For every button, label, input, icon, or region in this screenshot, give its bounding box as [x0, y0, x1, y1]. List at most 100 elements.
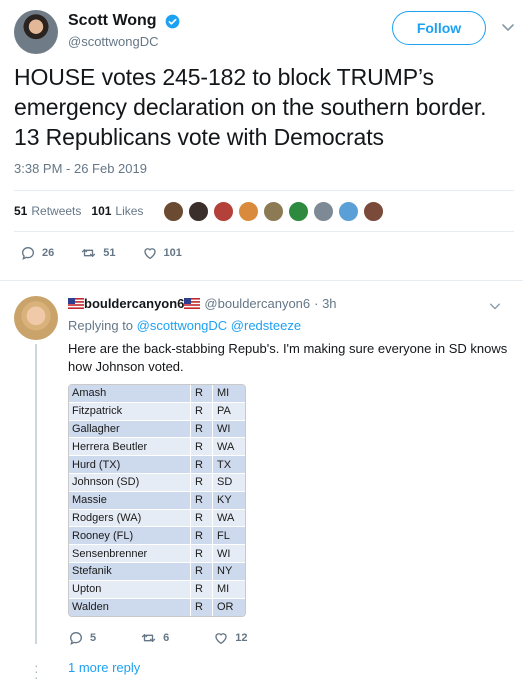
reply-author-avatar[interactable]	[14, 296, 58, 340]
state-cell: WI	[217, 547, 231, 560]
us-flag-icon	[184, 298, 201, 309]
member-name-cell: Hurd (TX)	[69, 456, 191, 473]
liker-avatar[interactable]	[363, 200, 385, 222]
member-name-cell: Herrera Beutler	[69, 438, 191, 456]
table-row: Herrera Beutler R WA	[69, 438, 245, 457]
reply-icon	[69, 631, 83, 645]
retweet-count: 6	[163, 632, 170, 644]
divider	[14, 190, 514, 191]
state-cell: MI	[217, 387, 230, 400]
tweet-text: HOUSE votes 245-182 to block TRUMP’s eme…	[14, 64, 487, 150]
liker-avatar[interactable]	[163, 200, 185, 222]
state-cell: FL	[217, 529, 230, 542]
liker-avatar[interactable]	[213, 200, 235, 222]
table-row: Upton R MI	[69, 580, 245, 599]
liker-avatar[interactable]	[238, 200, 260, 222]
tweet-actions: 26 51 101	[20, 245, 208, 261]
verified-badge-icon	[165, 14, 180, 28]
retweets-count: 51	[14, 204, 28, 218]
reply-age[interactable]: · 3h	[314, 296, 336, 311]
table-row: Walden R OR	[69, 598, 245, 617]
state-cell: PA	[217, 405, 231, 418]
table-row: Fitzpatrick R PA	[69, 402, 245, 421]
heart-icon	[143, 248, 156, 259]
replying-to-users[interactable]: @scottwongDC @redsteeze	[137, 318, 301, 333]
liker-avatar[interactable]	[188, 200, 210, 222]
state-cell: NY	[217, 565, 233, 578]
state-cell: OR	[217, 601, 234, 614]
party-cell: R	[191, 527, 213, 545]
author-avatar[interactable]	[14, 10, 58, 54]
party-cell: R	[191, 385, 213, 402]
party-cell: R	[191, 491, 213, 509]
more-replies-link[interactable]: 1 more reply	[68, 660, 140, 675]
chevron-down-icon[interactable]	[501, 20, 515, 34]
member-name-cell: Sensenbrenner	[69, 545, 191, 562]
table-row: Rodgers (WA) R WA	[69, 509, 245, 528]
party-cell: R	[191, 509, 213, 527]
like-count: 101	[163, 247, 182, 259]
republican-votes-table[interactable]: Amash R MI Fitzpatrick R PA Gallagher R WI Herrer…	[68, 384, 246, 618]
party-cell: R	[191, 402, 213, 420]
reply-tweet[interactable]: · · · bouldercanyon6 @bouldercanyon6 · 3h …	[0, 286, 523, 680]
thread-line	[35, 344, 37, 644]
party-cell: R	[191, 562, 213, 580]
retweets-stat[interactable]: 51 Retweets	[14, 204, 81, 218]
tweet-timestamp[interactable]: 3:38 PM - 26 Feb 2019	[14, 161, 147, 176]
member-name-cell: Stefanik	[69, 562, 191, 580]
reply-author-handle[interactable]: @bouldercanyon6	[204, 296, 310, 311]
table-row: Rooney (FL) R FL	[69, 527, 245, 546]
divider	[14, 231, 514, 232]
member-name-cell: Rodgers (WA)	[69, 509, 191, 527]
party-cell: R	[191, 473, 213, 491]
member-name-cell: Fitzpatrick	[69, 402, 191, 420]
reply-button[interactable]: 5	[68, 630, 96, 646]
author-handle[interactable]: @scottwongDC	[68, 34, 180, 49]
member-name-cell: Upton	[69, 580, 191, 598]
table-row: Massie R KY	[69, 491, 245, 510]
liker-avatar[interactable]	[288, 200, 310, 222]
likes-count: 101	[91, 204, 112, 218]
member-name-cell: Massie	[69, 491, 191, 509]
table-row: Sensenbrenner R WI	[69, 545, 245, 563]
liker-avatars	[163, 200, 388, 222]
member-name-cell: Rooney (FL)	[69, 527, 191, 545]
reply-text: Here are the back-stabbing Repub's. I'm …	[68, 341, 508, 374]
likes-label: Likes	[115, 204, 144, 218]
author-name-block[interactable]: Scott Wong @scottwongDC	[68, 12, 180, 49]
author-display-name[interactable]: Scott Wong	[68, 12, 157, 30]
like-button[interactable]: 12	[213, 630, 248, 646]
party-cell: R	[191, 545, 213, 562]
liker-avatar[interactable]	[263, 200, 285, 222]
reply-actions: 5 6 12	[68, 630, 292, 646]
reply-count: 26	[42, 247, 55, 259]
table-row: Hurd (TX) R TX	[69, 456, 245, 474]
retweet-button[interactable]: 51	[80, 245, 116, 261]
liker-avatar[interactable]	[313, 200, 335, 222]
member-name-cell: Amash	[69, 385, 191, 402]
member-name-cell: Walden	[69, 598, 191, 617]
liker-avatar[interactable]	[338, 200, 360, 222]
party-cell: R	[191, 438, 213, 456]
like-count: 12	[235, 632, 248, 644]
replying-to: Replying to @scottwongDC @redsteeze	[68, 318, 301, 333]
reply-count: 5	[90, 632, 97, 644]
retweet-button[interactable]: 6	[140, 630, 169, 646]
tweet-header: Scott Wong @scottwongDC Follow	[14, 8, 514, 58]
state-cell: SD	[217, 476, 233, 489]
reply-author-name[interactable]: bouldercanyon6	[84, 296, 184, 311]
table-row: Gallagher R WI	[69, 420, 245, 439]
like-button[interactable]: 101	[142, 245, 182, 261]
state-cell: TX	[217, 458, 232, 471]
state-cell: WA	[217, 511, 235, 524]
likes-stat[interactable]: 101 Likes	[91, 204, 143, 218]
table-row: Amash R MI	[69, 385, 245, 403]
follow-button[interactable]: Follow	[392, 11, 486, 45]
party-cell: R	[191, 598, 213, 617]
state-cell: WI	[217, 422, 231, 435]
retweet-icon	[141, 634, 156, 642]
reply-button[interactable]: 26	[20, 245, 54, 261]
chevron-down-icon[interactable]	[489, 300, 501, 312]
table-row: Stefanik R NY	[69, 562, 245, 581]
party-cell: R	[191, 420, 213, 438]
